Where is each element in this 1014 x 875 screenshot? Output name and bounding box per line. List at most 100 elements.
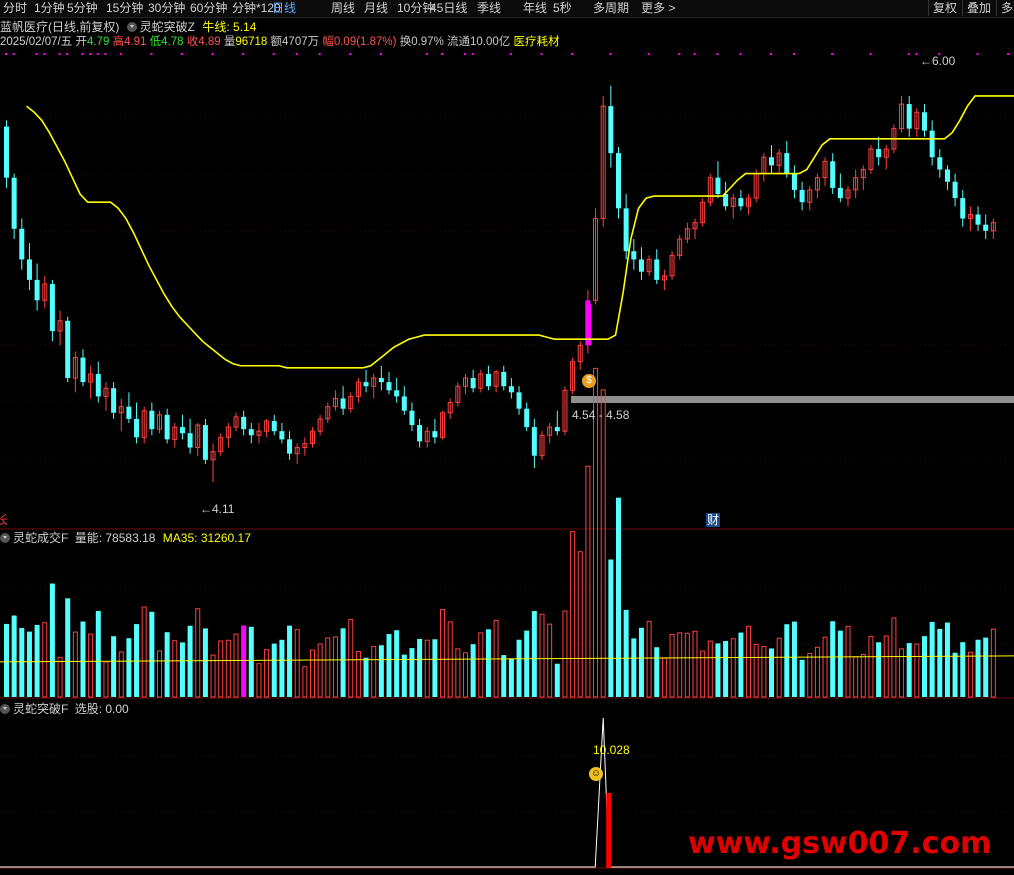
candle-body xyxy=(95,373,101,397)
volume-bar xyxy=(616,497,621,697)
candle-body xyxy=(654,259,660,280)
candle-body xyxy=(401,396,407,411)
volume-bar xyxy=(340,628,346,697)
signal-dot xyxy=(540,53,543,55)
signal-dot xyxy=(89,53,92,55)
volume-bar xyxy=(440,609,446,698)
volume-bar xyxy=(264,649,270,698)
low-price-value: 4.11 xyxy=(212,502,235,516)
volume-bar xyxy=(776,637,782,698)
candle-body xyxy=(26,259,32,280)
smiley-icon: ☺ xyxy=(589,767,603,781)
candle-body xyxy=(937,157,943,170)
volume-bar xyxy=(141,606,147,698)
candle-body xyxy=(876,149,882,158)
volume-bar xyxy=(539,613,545,698)
volume-bar xyxy=(256,663,262,698)
volume-bar xyxy=(126,638,132,697)
volume-bar xyxy=(967,651,973,698)
signal-dot xyxy=(150,53,153,55)
volume-bar xyxy=(577,551,583,698)
candle-body xyxy=(830,161,836,188)
volume-bar xyxy=(684,632,690,698)
signal-dot xyxy=(471,53,474,55)
low-price-label: ←4.11 xyxy=(200,502,235,516)
candle-body xyxy=(271,420,277,432)
volume-bar xyxy=(646,620,652,698)
volume-bar xyxy=(310,649,315,698)
volume-bar xyxy=(348,618,354,698)
volume-bar xyxy=(164,632,170,697)
candle-body xyxy=(279,431,285,440)
volume-bar xyxy=(432,639,438,697)
volume-bar xyxy=(118,651,124,698)
candle-body xyxy=(287,439,293,454)
volume-bar xyxy=(990,628,996,698)
volume-bar xyxy=(585,465,591,698)
signal-dot xyxy=(318,53,321,55)
volume-bar xyxy=(983,637,989,697)
candle-body xyxy=(554,427,560,432)
volume-bar xyxy=(692,630,698,698)
volume-bar xyxy=(876,642,882,697)
volume-bar xyxy=(65,598,71,697)
signal-dot xyxy=(647,53,650,55)
signal-dot xyxy=(716,53,719,55)
signal-dot xyxy=(96,53,99,55)
volume-bar xyxy=(891,617,897,698)
volume-bar xyxy=(944,622,950,697)
candle-body xyxy=(164,414,170,440)
volume-bar xyxy=(287,625,293,697)
volume-bar xyxy=(570,531,576,698)
volume-bar xyxy=(661,657,667,698)
candle-body xyxy=(906,104,912,129)
volume-bar xyxy=(845,625,851,698)
signal-dot xyxy=(907,53,910,55)
candle-body xyxy=(508,386,514,393)
candle-body xyxy=(4,126,9,178)
volume-bar xyxy=(455,648,461,698)
candle-body xyxy=(19,228,25,260)
candle-body xyxy=(11,177,17,229)
volume-bar xyxy=(746,625,752,698)
volume-bar xyxy=(524,630,530,697)
signal-dot xyxy=(739,53,742,55)
candle-body xyxy=(799,189,805,203)
volume-bar xyxy=(485,629,491,697)
candle-body xyxy=(149,410,155,430)
signal-dot xyxy=(58,53,61,55)
volume-bar xyxy=(172,640,178,698)
chevron-down-icon xyxy=(0,704,10,714)
volume-bar xyxy=(470,644,476,697)
volume-bar xyxy=(179,642,185,697)
signal-bar xyxy=(606,793,612,868)
candle-body xyxy=(952,181,958,199)
volume-bar xyxy=(26,631,32,697)
volume-bar xyxy=(19,627,25,697)
volume-bar xyxy=(103,661,109,698)
candle-body xyxy=(241,416,247,430)
signal-dot xyxy=(869,53,872,55)
volume-bar xyxy=(807,652,813,698)
signal-dot xyxy=(35,53,38,55)
volume-bar xyxy=(638,627,644,697)
volume-indicator-dropdown[interactable]: 灵蛇成交F xyxy=(0,531,68,545)
volume-bar xyxy=(799,659,805,697)
volume-bar xyxy=(478,632,484,698)
signal-dot xyxy=(81,53,84,55)
volume-bar xyxy=(363,657,369,697)
volume-bar xyxy=(248,626,254,697)
signal-dot xyxy=(425,53,428,55)
signal-indicator-dropdown[interactable]: 灵蛇突破F xyxy=(0,702,68,716)
candle-body xyxy=(960,198,966,219)
signal-dot xyxy=(441,53,444,55)
ma-label: MA35: xyxy=(162,531,198,545)
signal-dot xyxy=(609,53,612,55)
candle-body xyxy=(929,130,935,158)
volume-bar xyxy=(394,630,400,697)
candle-body xyxy=(187,433,193,448)
volume-bar xyxy=(837,630,843,697)
volume-bar xyxy=(72,631,78,698)
finance-marker[interactable]: 财 xyxy=(706,513,721,527)
signal-indicator-name: 灵蛇突破F xyxy=(13,702,69,716)
